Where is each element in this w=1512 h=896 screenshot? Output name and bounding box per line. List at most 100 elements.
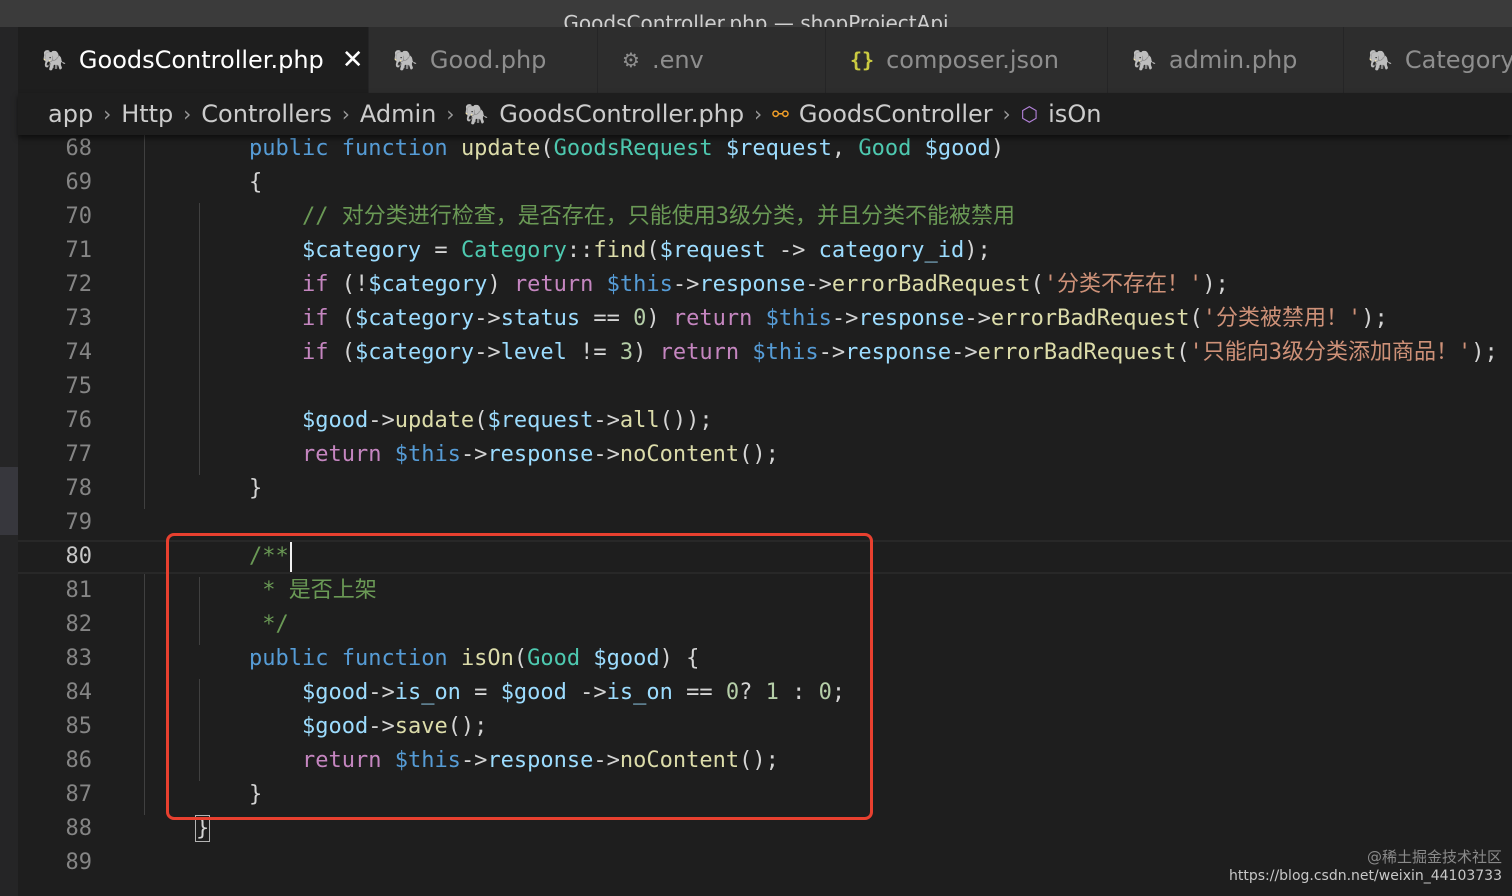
- code-line[interactable]: 71 $category = Category::find($request -…: [18, 234, 1512, 268]
- breadcrumb-item-file[interactable]: 🐘 GoodsController.php: [464, 100, 744, 128]
- code-line[interactable]: 68 public function update(GoodsRequest $…: [18, 135, 1512, 166]
- code-line[interactable]: 78 }: [18, 472, 1512, 506]
- code-token: errorBadRequest: [977, 340, 1177, 365]
- code-token: ->: [831, 306, 859, 331]
- breadcrumb-item-admin[interactable]: Admin: [360, 100, 437, 128]
- code-token: ->: [368, 714, 395, 739]
- code-line[interactable]: 85 $good->save();: [18, 710, 1512, 744]
- code-token: (: [474, 408, 488, 433]
- code-token: errorBadRequest: [831, 272, 1031, 297]
- code-line[interactable]: 74 if ($category->level != 3) return $th…: [18, 336, 1512, 370]
- code-token: response: [845, 340, 952, 365]
- watermark: @稀土掘金技术社区 https://blog.csdn.net/weixin_4…: [1229, 848, 1502, 886]
- code-editor[interactable]: 68 public function update(GoodsRequest $…: [18, 135, 1512, 896]
- code-token: ==: [672, 680, 726, 705]
- code-token: // 对分类进行检查，是否存在，只能使用3级分类，并且分类不能被禁用: [301, 204, 1015, 229]
- code-token: 0: [633, 306, 647, 331]
- code-text: $good->is_on = $good ->is_on == 0? 1 : 0…: [196, 676, 845, 710]
- code-token: category_id: [818, 238, 965, 263]
- code-token: ->: [672, 272, 700, 297]
- code-token: update: [394, 408, 475, 433]
- code-text: {: [196, 166, 262, 200]
- code-text: * 是否上架: [196, 574, 377, 608]
- code-line[interactable]: 82 */: [18, 608, 1512, 642]
- code-token: ->: [474, 340, 501, 365]
- breadcrumb-item-app[interactable]: app: [48, 100, 93, 128]
- code-token: $this: [394, 748, 461, 773]
- code-line[interactable]: 87 }: [18, 778, 1512, 812]
- code-token: ();: [739, 748, 779, 773]
- code-token: noContent: [619, 442, 740, 467]
- code-text: if (!$category) return $this->response->…: [196, 268, 1229, 302]
- breadcrumb-item-http[interactable]: Http: [121, 100, 173, 128]
- breadcrumb-item-controllers[interactable]: Controllers: [201, 100, 332, 128]
- breadcrumb-item-class[interactable]: ⚯ GoodsController: [772, 100, 993, 128]
- close-icon[interactable]: ✕: [342, 47, 364, 73]
- line-number: 78: [65, 476, 93, 501]
- code-token: ) {: [659, 646, 700, 671]
- code-token: is_on: [606, 680, 673, 705]
- code-line[interactable]: 79: [18, 506, 1512, 540]
- breadcrumb-label: isOn: [1048, 100, 1102, 128]
- code-token: $good: [301, 408, 369, 433]
- code-token: $category: [368, 272, 488, 297]
- code-token: (: [1189, 306, 1203, 331]
- breadcrumb-label: GoodsController.php: [499, 100, 745, 128]
- tab-label: Good.php: [429, 46, 547, 74]
- code-token: (: [328, 306, 355, 331]
- tab-goodscontroller-php[interactable]: 🐘 GoodsController.php ✕: [18, 27, 369, 93]
- code-token: */: [262, 612, 289, 637]
- code-line[interactable]: 70 // 对分类进行检查，是否存在，只能使用3级分类，并且分类不能被禁用: [18, 200, 1512, 234]
- code-text: }: [196, 778, 262, 812]
- tab-admin-php[interactable]: 🐘 admin.php: [1108, 27, 1344, 93]
- code-token: if: [301, 340, 329, 365]
- code-token: $this: [394, 442, 461, 467]
- php-elephant-icon: 🐘: [42, 48, 67, 72]
- code-token: ): [487, 272, 514, 297]
- code-line[interactable]: 76 $good->update($request->all());: [18, 404, 1512, 438]
- code-line[interactable]: 86 return $this->response->noContent();: [18, 744, 1512, 778]
- code-line[interactable]: 84 $good->is_on = $good ->is_on == 0? 1 …: [18, 676, 1512, 710]
- code-line[interactable]: 77 return $this->response->noContent();: [18, 438, 1512, 472]
- breadcrumb-label: Controllers: [201, 100, 332, 128]
- code-line[interactable]: 75: [18, 370, 1512, 404]
- code-line[interactable]: 83 public function isOn(Good $good) {: [18, 642, 1512, 676]
- code-token: (: [1030, 272, 1044, 297]
- tab-good-php[interactable]: 🐘 Good.php: [369, 27, 598, 93]
- line-number: 72: [65, 272, 93, 297]
- code-line[interactable]: 72 if (!$category) return $this->respons…: [18, 268, 1512, 302]
- activity-strip: [0, 27, 18, 896]
- tab-category[interactable]: 🐘 Category: [1344, 27, 1512, 93]
- tab-label: admin.php: [1168, 46, 1298, 74]
- code-token: ->: [964, 306, 991, 331]
- line-number: 84: [65, 680, 93, 705]
- code-line[interactable]: 69 {: [18, 166, 1512, 200]
- tab-composer-json[interactable]: {} composer.json: [826, 27, 1108, 93]
- code-token: ->: [474, 306, 501, 331]
- code-token: '只能向3级分类添加商品！': [1189, 340, 1472, 365]
- code-token: '分类不存在！': [1043, 272, 1203, 297]
- code-token: noContent: [619, 748, 740, 773]
- code-token: ->: [368, 680, 395, 705]
- breadcrumb-item-method[interactable]: ⬡ isOn: [1021, 100, 1102, 128]
- code-line[interactable]: 73 if ($category->status == 0) return $t…: [18, 302, 1512, 336]
- code-line[interactable]: 80 /**: [18, 540, 1512, 574]
- code-line[interactable]: 88}: [18, 812, 1512, 846]
- code-token: response: [487, 748, 594, 773]
- breadcrumb: app › Http › Controllers › Admin › 🐘 Good…: [18, 93, 1512, 135]
- code-token: 0: [818, 680, 832, 705]
- php-elephant-icon: 🐘: [1132, 48, 1157, 72]
- code-token: ->: [951, 340, 978, 365]
- tab-label: composer.json: [886, 46, 1059, 74]
- php-elephant-icon: 🐘: [464, 102, 490, 126]
- tab-env[interactable]: ⚙ .env: [598, 27, 826, 93]
- breadcrumb-label: Http: [121, 100, 174, 128]
- code-line[interactable]: 81 * 是否上架: [18, 574, 1512, 608]
- line-number: 69: [65, 170, 93, 195]
